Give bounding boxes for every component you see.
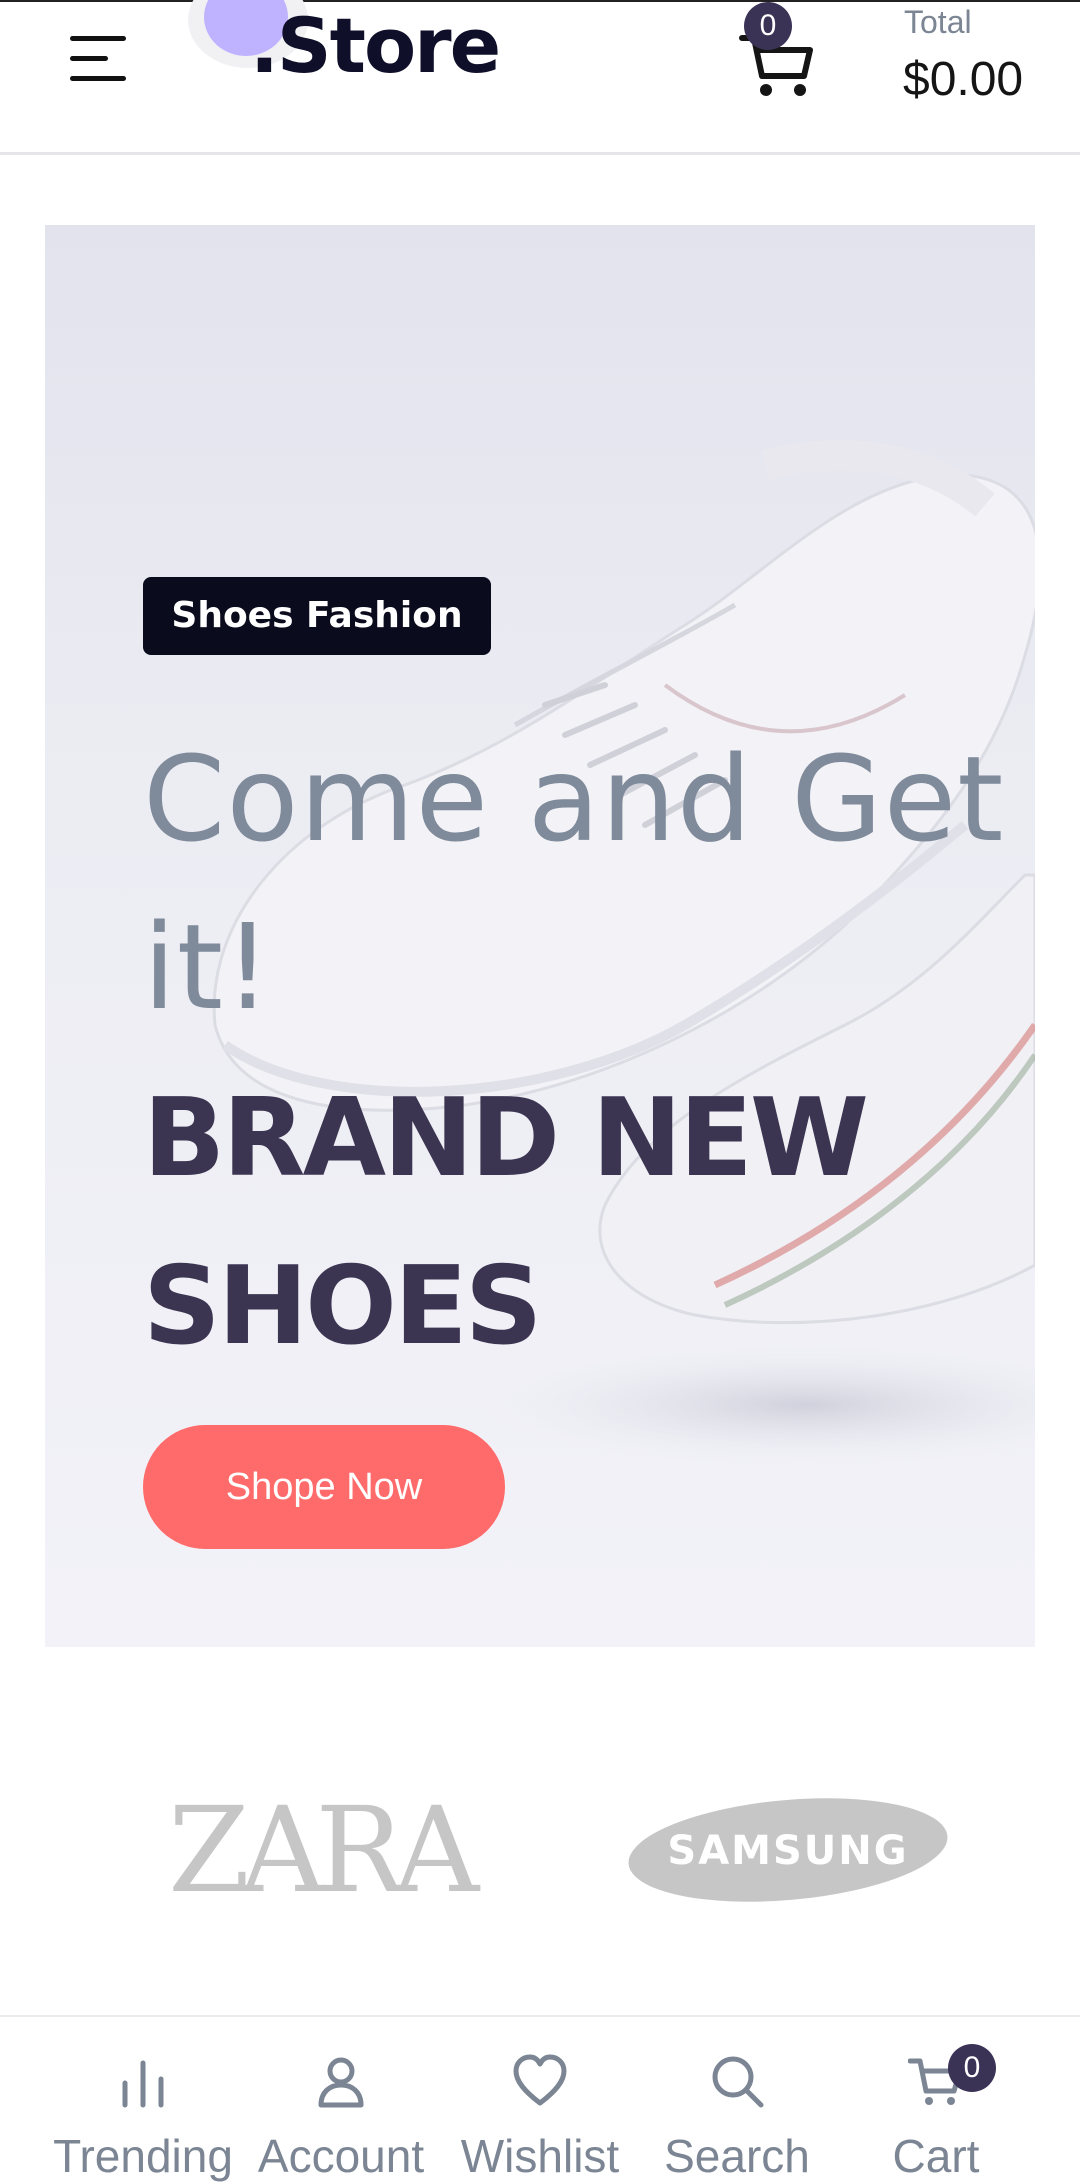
hero-headline-line-1: BRAND NEW: [143, 1076, 869, 1201]
bottom-navigation: Trending Account Wishlist Search Cart: [0, 2015, 1080, 2184]
hero-subheadline: Come and Get it!: [143, 730, 1005, 1036]
category-tag: Shoes Fashion: [143, 577, 491, 655]
nav-label-trending: Trending: [53, 2130, 233, 2182]
user-icon: [318, 2057, 364, 2108]
nav-item-wishlist[interactable]: Wishlist: [448, 2017, 632, 2184]
store-logo[interactable]: .Store: [250, 8, 501, 84]
top-bar: .Store 0 Total $0.00: [0, 0, 1080, 155]
nav-label-cart: Cart: [892, 2130, 980, 2182]
samsung-logo-text: SAMSUNG: [667, 1828, 908, 1874]
search-icon: [712, 2056, 764, 2108]
nav-label-wishlist: Wishlist: [460, 2130, 620, 2182]
total-value: $0.00: [903, 53, 1024, 106]
hero-headline-line-2: SHOES: [143, 1244, 543, 1369]
nav-item-trending[interactable]: Trending: [42, 2017, 244, 2184]
brand-logo-zara[interactable]: ZARA: [168, 1790, 479, 1910]
nav-item-search[interactable]: Search: [648, 2017, 826, 2184]
nav-item-account[interactable]: Account: [244, 2017, 438, 2184]
heart-icon: [513, 2054, 567, 2106]
shop-now-button[interactable]: Shope Now: [143, 1425, 505, 1549]
nav-item-cart[interactable]: Cart: [846, 2017, 1026, 2184]
hamburger-menu-icon[interactable]: [70, 36, 126, 84]
bar-chart-icon: [122, 2060, 164, 2108]
cart-badge: 0: [948, 2044, 996, 2092]
hero-banner: Shoes Fashion Come and Get it! BRAND NEW…: [45, 225, 1035, 1647]
total-label: Total: [904, 4, 972, 40]
nav-label-account: Account: [257, 2130, 425, 2182]
hero-headline: BRAND NEW SHOES: [143, 1055, 943, 1391]
brand-logo-samsung[interactable]: SAMSUNG: [626, 1790, 951, 1910]
nav-label-search: Search: [664, 2130, 810, 2182]
cart-count-badge: 0: [744, 2, 792, 50]
